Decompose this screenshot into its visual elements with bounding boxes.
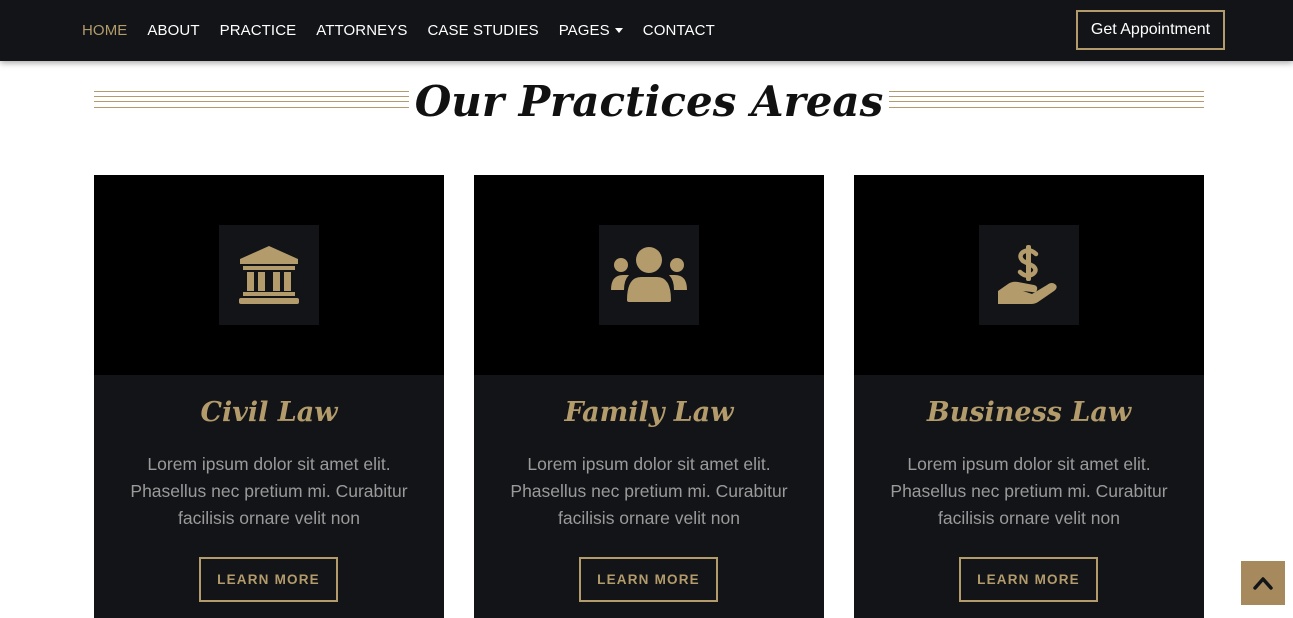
nav-item-attorneys[interactable]: ATTORNEYS	[306, 22, 417, 39]
nav-item-practice[interactable]: PRACTICE	[210, 22, 307, 39]
card-icon-area	[94, 175, 444, 375]
practice-card-civil-law: Civil Law Lorem ipsum dolor sit amet eli…	[94, 175, 444, 618]
card-title: Civil Law	[200, 397, 338, 428]
card-description: Lorem ipsum dolor sit amet elit. Phasell…	[890, 454, 1168, 528]
section-header: Our Practices Areas	[94, 70, 1204, 134]
practice-card-business-law: Business Law Lorem ipsum dolor sit amet …	[854, 175, 1204, 618]
nav-item-case-studies[interactable]: CASE STUDIES	[417, 22, 548, 39]
card-description: Lorem ipsum dolor sit amet elit. Phasell…	[130, 454, 408, 528]
nav-item-pages-label: PAGES	[558, 22, 610, 39]
card-title: Business Law	[926, 397, 1132, 428]
icon-box	[979, 225, 1079, 325]
learn-more-button[interactable]: LEARN MORE	[199, 557, 338, 602]
icon-box	[219, 225, 319, 325]
get-appointment-button[interactable]: Get Appointment	[1076, 10, 1225, 50]
back-to-top-button[interactable]	[1241, 561, 1285, 605]
practice-card-family-law: Family Law Lorem ipsum dolor sit amet el…	[474, 175, 824, 618]
card-description: Lorem ipsum dolor sit amet elit. Phasell…	[510, 454, 788, 528]
nav-item-about[interactable]: ABOUT	[137, 22, 209, 39]
caret-down-icon	[614, 28, 623, 33]
section-title: Our Practices Areas	[94, 70, 1204, 134]
learn-more-button[interactable]: LEARN MORE	[959, 557, 1098, 602]
icon-box	[599, 225, 699, 325]
learn-more-button[interactable]: LEARN MORE	[579, 557, 718, 602]
chevron-up-icon	[1253, 577, 1273, 590]
nav-item-home[interactable]: HOME	[72, 22, 137, 39]
nav-item-contact[interactable]: CONTACT	[633, 22, 725, 39]
nav-item-pages[interactable]: PAGES	[549, 22, 633, 39]
navbar: HOME ABOUT PRACTICE ATTORNEYS CASE STUDI…	[0, 0, 1293, 61]
card-title: Family Law	[564, 397, 734, 428]
hand-holding-dollar-icon	[998, 245, 1057, 304]
landmark-icon	[239, 246, 299, 304]
users-icon	[611, 247, 687, 302]
card-icon-area	[854, 175, 1204, 375]
card-icon-area	[474, 175, 824, 375]
nav-menu: HOME ABOUT PRACTICE ATTORNEYS CASE STUDI…	[72, 0, 725, 61]
section-title-text: Our Practices Areas	[408, 77, 890, 126]
